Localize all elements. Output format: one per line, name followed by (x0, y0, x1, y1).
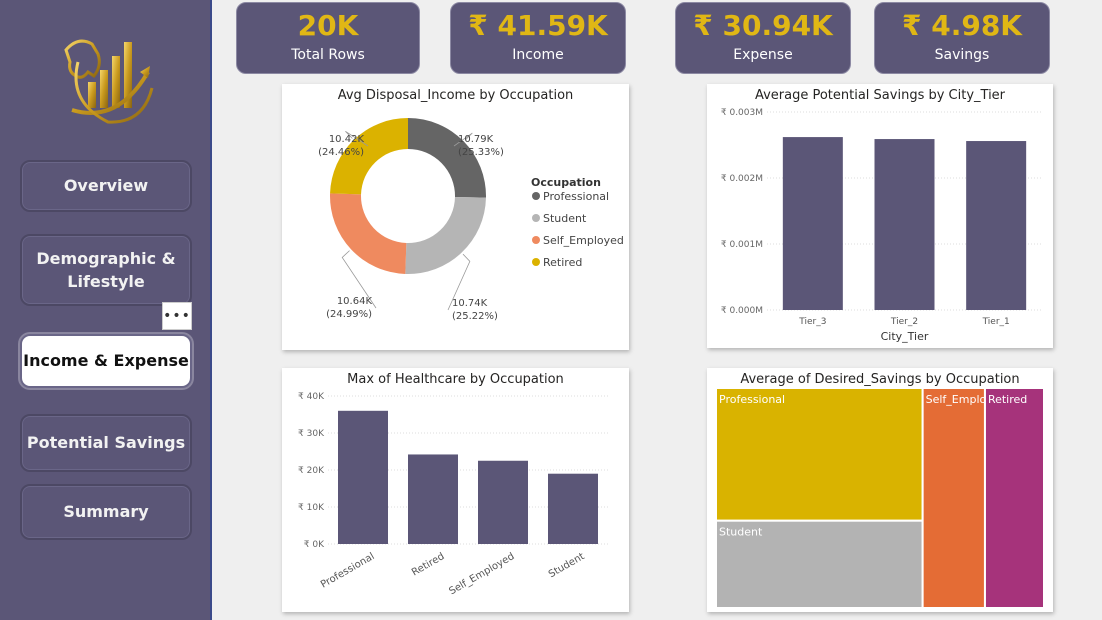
x-tick-label: Tier_1 (982, 317, 1010, 327)
donut-slice-self-employed[interactable] (330, 193, 407, 274)
nav-demographic-lifestyle-button[interactable]: Demographic & Lifestyle (20, 234, 192, 306)
legend-dot-icon (532, 214, 540, 222)
nav-income-expense-button[interactable]: Income & Expense (20, 334, 192, 388)
kpi-savings-value: ₹ 4.98K (901, 9, 1022, 42)
more-options-button[interactable]: ••• (162, 302, 192, 330)
x-tick-label: Tier_2 (890, 317, 918, 327)
y-tick-label: ₹ 30K (298, 429, 325, 439)
nav-demographic-label-line1: Demographic & (36, 248, 176, 268)
y-tick-label: ₹ 0.001M (721, 240, 763, 250)
nav-summary-button[interactable]: Summary (20, 484, 192, 540)
x-axis-label: City_Tier (881, 330, 929, 343)
city-tier-bar-chart: ₹ 0.000M ₹ 0.001M ₹ 0.002M ₹ 0.003M Tier_3 Ti… (721, 108, 1042, 343)
treemap-tile-self-employed[interactable] (921, 387, 986, 609)
donut-percent-label: (25.33%) (458, 147, 504, 158)
kpi-expense-value: ₹ 30.94K (693, 9, 833, 42)
x-tick-label: Professional (319, 551, 377, 591)
sidebar: Overview Demographic & Lifestyle ••• Inc… (0, 0, 212, 620)
healthcare-chart-panel: Max of Healthcare by Occupation ₹ 0K ₹ 10… (282, 368, 629, 612)
desired-savings-treemap: ProfessionalStudentSelf_EmployedRetired (715, 387, 1045, 609)
nav-potential-savings-button[interactable]: Potential Savings (20, 414, 192, 472)
y-tick-label: ₹ 0.000M (721, 306, 763, 316)
x-tick-label: Tier_3 (798, 317, 826, 327)
treemap-chart-panel: Average of Desired_Savings by Occupation… (707, 368, 1053, 612)
kpi-income-card: ₹ 41.59K Income (450, 2, 626, 74)
city-tier-chart-panel: Average Potential Savings by City_Tier ₹… (707, 84, 1053, 348)
kpi-savings-card: ₹ 4.98K Savings (874, 2, 1050, 74)
kpi-total-rows-card: 20K Total Rows (236, 2, 420, 74)
donut-legend-title: Occupation (531, 176, 601, 189)
donut-value-label: 10.64K (337, 296, 373, 307)
donut-value-label: 10.74K (452, 298, 488, 309)
treemap-tile-label: Student (719, 526, 763, 539)
y-tick-label: ₹ 0.003M (721, 108, 763, 118)
x-tick-label: Retired (410, 551, 446, 578)
treemap-tile-retired[interactable] (983, 387, 1045, 609)
kpi-expense-label: Expense (733, 47, 793, 63)
bar-retired[interactable] (408, 454, 458, 544)
donut-percent-label: (24.99%) (326, 309, 372, 320)
donut-slice-student[interactable] (405, 196, 486, 274)
bar-tier-2[interactable] (874, 139, 935, 310)
donut-percent-label: (25.22%) (452, 311, 498, 322)
treemap-tile-label: Professional (719, 393, 785, 406)
nav-overview-button[interactable]: Overview (20, 160, 192, 212)
legend-dot-icon (532, 258, 540, 266)
y-tick-label: ₹ 20K (298, 466, 325, 476)
healthcare-bar-chart: ₹ 0K ₹ 10K ₹ 20K ₹ 30K ₹ 40K Professional Reti… (298, 392, 608, 597)
y-tick-label: ₹ 0.002M (721, 174, 763, 184)
x-tick-label: Student (547, 551, 587, 580)
x-tick-label: Self_Employed (447, 551, 516, 597)
bar-student[interactable] (548, 473, 598, 544)
y-tick-label: ₹ 10K (298, 503, 325, 513)
nav-demographic-label-line2: Lifestyle (67, 272, 145, 291)
kpi-expense-card: ₹ 30.94K Expense (675, 2, 851, 74)
donut-chart-panel: Avg Disposal_Income by Occupation 10.79K… (282, 84, 629, 350)
donut-legend-item[interactable]: Retired (543, 256, 582, 269)
legend-dot-icon (532, 236, 540, 244)
legend-dot-icon (532, 192, 540, 200)
lion-growth-logo-icon (64, 39, 154, 124)
kpi-income-value: ₹ 41.59K (468, 9, 608, 42)
donut-legend-item[interactable]: Professional (543, 190, 609, 203)
kpi-total-rows-label: Total Rows (291, 47, 365, 63)
bar-tier-3[interactable] (782, 137, 843, 310)
donut-value-label: 10.42K (329, 134, 365, 145)
bar-professional[interactable] (338, 410, 388, 544)
bar-self-employed[interactable] (478, 460, 528, 544)
donut-legend-item[interactable]: Self_Employed (543, 234, 624, 247)
donut-chart: 10.79K (25.33%) 10.74K (25.22%) 10.64K (24.99… (318, 118, 624, 322)
donut-value-label: 10.79K (458, 134, 494, 145)
treemap-tile-label: Retired (988, 393, 1027, 406)
treemap-tile-professional[interactable] (715, 387, 924, 522)
y-tick-label: ₹ 40K (298, 392, 325, 402)
kpi-savings-label: Savings (934, 47, 990, 63)
kpi-income-label: Income (512, 47, 564, 63)
donut-percent-label: (24.46%) (318, 147, 364, 158)
y-tick-label: ₹ 0K (304, 540, 325, 550)
donut-legend-item[interactable]: Student (543, 212, 587, 225)
kpi-total-rows-value: 20K (297, 9, 359, 42)
bar-tier-1[interactable] (966, 141, 1027, 310)
